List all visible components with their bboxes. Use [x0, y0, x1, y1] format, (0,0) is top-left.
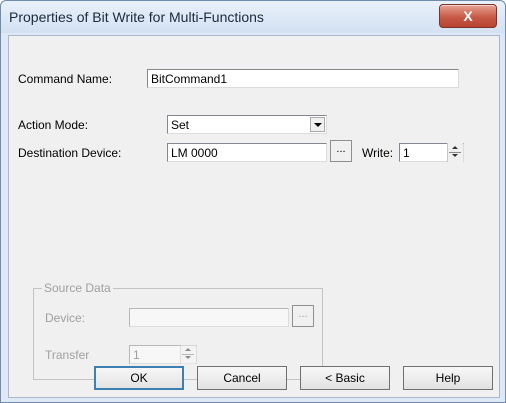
close-icon: X — [463, 8, 473, 24]
write-value: 1 — [403, 146, 410, 160]
action-mode-value: Set — [171, 118, 190, 132]
dialog-body: Command Name: BitCommand1 Action Mode: S… — [8, 35, 500, 398]
write-label: Write: — [362, 146, 394, 160]
source-device-browse-button: ... — [292, 305, 314, 327]
dialog-window: Properties of Bit Write for Multi-Functi… — [0, 0, 506, 403]
source-data-title: Source Data — [42, 281, 113, 295]
chevron-down-icon[interactable] — [310, 117, 325, 132]
action-mode-select[interactable]: Set — [167, 115, 327, 134]
window-title: Properties of Bit Write for Multi-Functi… — [9, 9, 264, 25]
transfer-stepper: 1 — [129, 345, 197, 364]
ok-button[interactable]: OK — [94, 366, 184, 390]
transfer-value: 1 — [133, 348, 140, 362]
destination-device-browse-button[interactable]: ... — [330, 140, 352, 162]
cancel-button[interactable]: Cancel — [197, 366, 287, 390]
close-button[interactable]: X — [439, 4, 497, 28]
source-device-input — [129, 308, 289, 327]
destination-device-label: Destination Device: — [18, 146, 122, 160]
command-name-label: Command Name: — [18, 72, 113, 86]
spin-arrows-icon[interactable] — [447, 143, 463, 162]
write-stepper[interactable]: 1 — [399, 143, 464, 162]
source-device-label: Device: — [45, 311, 86, 325]
destination-device-input[interactable]: LM 0000 — [167, 143, 327, 162]
transfer-label: Transfer — [45, 348, 90, 362]
action-mode-label: Action Mode: — [18, 118, 89, 132]
command-name-input[interactable]: BitCommand1 — [147, 69, 459, 88]
spin-arrows-icon — [180, 345, 196, 364]
help-button[interactable]: Help — [403, 366, 493, 390]
title-bar: Properties of Bit Write for Multi-Functi… — [1, 1, 505, 33]
basic-button[interactable]: < Basic — [300, 366, 390, 390]
